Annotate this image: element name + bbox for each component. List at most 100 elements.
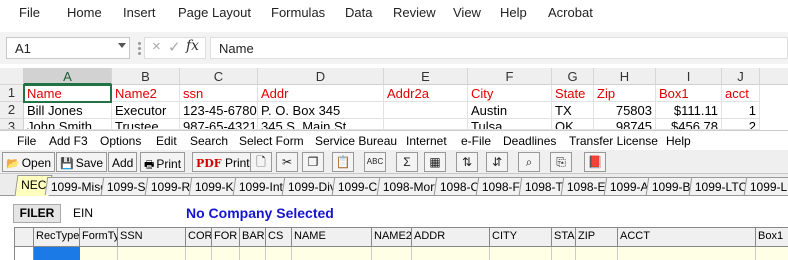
- grid-cell[interactable]: [186, 247, 212, 260]
- grid-col-box1[interactable]: Box1: [756, 227, 788, 247]
- column-header-h[interactable]: H: [594, 68, 656, 85]
- cell-g3[interactable]: OK: [552, 119, 594, 130]
- cell-i3[interactable]: $456.78: [656, 119, 722, 130]
- row-header-2[interactable]: 2: [0, 102, 24, 119]
- tab-1099-int[interactable]: 1099-Int: [232, 177, 290, 195]
- grid-col-cs[interactable]: CS: [266, 227, 292, 247]
- app-menu-edit[interactable]: Edit: [156, 134, 177, 148]
- grid-cell[interactable]: [618, 247, 756, 260]
- drag-handle-icon[interactable]: [138, 42, 141, 55]
- grid-corner[interactable]: [14, 227, 34, 247]
- menu-home[interactable]: Home: [67, 5, 102, 20]
- grid-cell[interactable]: [576, 247, 618, 260]
- cell-h2[interactable]: 75803: [594, 102, 656, 119]
- formula-input[interactable]: Name: [210, 37, 788, 59]
- grid-cell[interactable]: [80, 247, 118, 260]
- cell-j1[interactable]: acct: [722, 85, 760, 102]
- paste-icon[interactable]: 📋: [332, 152, 354, 172]
- cell-h1[interactable]: Zip: [594, 85, 656, 102]
- grid-col-cor[interactable]: COR: [186, 227, 212, 247]
- spell-check-icon[interactable]: ABC: [364, 152, 386, 172]
- app-menu-efile[interactable]: e-File: [461, 134, 491, 148]
- grid-col-ssn[interactable]: SSN: [118, 227, 186, 247]
- column-header-b[interactable]: B: [112, 68, 180, 85]
- grid-cell[interactable]: [292, 247, 372, 260]
- menu-page-layout[interactable]: Page Layout: [178, 5, 251, 20]
- column-header-d[interactable]: D: [258, 68, 384, 85]
- chevron-down-icon[interactable]: [118, 43, 126, 48]
- app-menu-internet[interactable]: Internet: [406, 134, 447, 148]
- cell-d1[interactable]: Addr: [258, 85, 384, 102]
- cell-h3[interactable]: 98745: [594, 119, 656, 130]
- app-menu-deadlines[interactable]: Deadlines: [503, 134, 556, 148]
- select-all-corner[interactable]: [0, 68, 24, 85]
- tab-1099-c[interactable]: 1099-C: [331, 177, 384, 195]
- cell-c1[interactable]: ssn: [180, 85, 258, 102]
- find-icon[interactable]: ⌕: [518, 152, 540, 172]
- cell-j2[interactable]: 1: [722, 102, 760, 119]
- filer-button[interactable]: FILER: [13, 204, 61, 223]
- column-header-g[interactable]: G: [552, 68, 594, 85]
- name-box[interactable]: A1: [6, 37, 130, 59]
- cell-d3[interactable]: 345 S. Main St: [258, 119, 384, 130]
- cut-icon[interactable]: ✂: [276, 152, 298, 172]
- app-menu-help[interactable]: Help: [666, 134, 691, 148]
- selected-grid-cell[interactable]: [34, 247, 80, 260]
- grid-cell[interactable]: [490, 247, 552, 260]
- row-header-1[interactable]: 1: [0, 85, 24, 102]
- cancel-icon[interactable]: ×: [152, 38, 161, 55]
- insert-function-icon[interactable]: fx: [186, 38, 199, 54]
- save-button[interactable]: 💾 Save: [56, 152, 108, 172]
- cell-g1[interactable]: State: [552, 85, 594, 102]
- grid-cell[interactable]: [212, 247, 240, 260]
- print-button[interactable]: 🖶 Print: [140, 152, 186, 172]
- app-menu-add[interactable]: Add F3: [49, 134, 88, 148]
- column-header-c[interactable]: C: [180, 68, 258, 85]
- book-icon[interactable]: 📕: [584, 152, 606, 172]
- cell-e2[interactable]: [384, 102, 468, 119]
- sum-icon[interactable]: Σ: [396, 152, 418, 172]
- grid-col-name[interactable]: NAME: [292, 227, 372, 247]
- column-header-a[interactable]: A: [24, 68, 112, 85]
- menu-data[interactable]: Data: [345, 5, 372, 20]
- cell-c2[interactable]: 123-45-6780: [180, 102, 258, 119]
- grid-col-state[interactable]: STA: [552, 227, 576, 247]
- sort-ascending-icon[interactable]: ⇅: [456, 152, 478, 172]
- sort-descending-icon[interactable]: ⇵: [486, 152, 508, 172]
- app-menu-options[interactable]: Options: [100, 134, 141, 148]
- column-header-i[interactable]: I: [656, 68, 722, 85]
- grid-col-rectype[interactable]: RecType: [34, 227, 80, 247]
- menu-formulas[interactable]: Formulas: [271, 5, 325, 20]
- menu-file[interactable]: File: [19, 5, 40, 20]
- grid-cell[interactable]: [240, 247, 266, 260]
- app-menu-service-bureau[interactable]: Service Bureau: [315, 134, 397, 148]
- pdf-print-button[interactable]: PDF Print: [192, 152, 254, 172]
- cell-d2[interactable]: P. O. Box 345: [258, 102, 384, 119]
- cell-j3[interactable]: 2: [722, 119, 760, 130]
- cell-f2[interactable]: Austin: [468, 102, 552, 119]
- grid-col-bar[interactable]: BAR: [240, 227, 266, 247]
- column-header-f[interactable]: F: [468, 68, 552, 85]
- cell-i1[interactable]: Box1: [656, 85, 722, 102]
- app-menu-transfer-license[interactable]: Transfer License: [569, 134, 658, 148]
- grid-cell[interactable]: [552, 247, 576, 260]
- grid-col-name2[interactable]: NAME2: [372, 227, 412, 247]
- grid-col-formtype[interactable]: FormTy: [80, 227, 118, 247]
- row-header-3[interactable]: 3: [0, 119, 24, 130]
- menu-view[interactable]: View: [453, 5, 481, 20]
- cell-c3[interactable]: 987-65-4321: [180, 119, 258, 130]
- cell-a3[interactable]: John Smith: [24, 119, 112, 130]
- column-header-e[interactable]: E: [384, 68, 468, 85]
- cell-a2[interactable]: Bill Jones: [24, 102, 112, 119]
- cell-g2[interactable]: TX: [552, 102, 594, 119]
- grid-cell[interactable]: [118, 247, 186, 260]
- grid-cell[interactable]: [372, 247, 412, 260]
- cell-f3[interactable]: Tulsa: [468, 119, 552, 130]
- new-document-icon[interactable]: 🗋: [250, 152, 272, 172]
- cell-i2[interactable]: $111.11: [656, 102, 722, 119]
- calculator-icon[interactable]: ▦: [424, 152, 446, 172]
- grid-col-for[interactable]: FOR: [212, 227, 240, 247]
- enter-icon[interactable]: ✓: [168, 38, 181, 56]
- app-menu-file[interactable]: File: [17, 134, 36, 148]
- grid-col-zip[interactable]: ZIP: [576, 227, 618, 247]
